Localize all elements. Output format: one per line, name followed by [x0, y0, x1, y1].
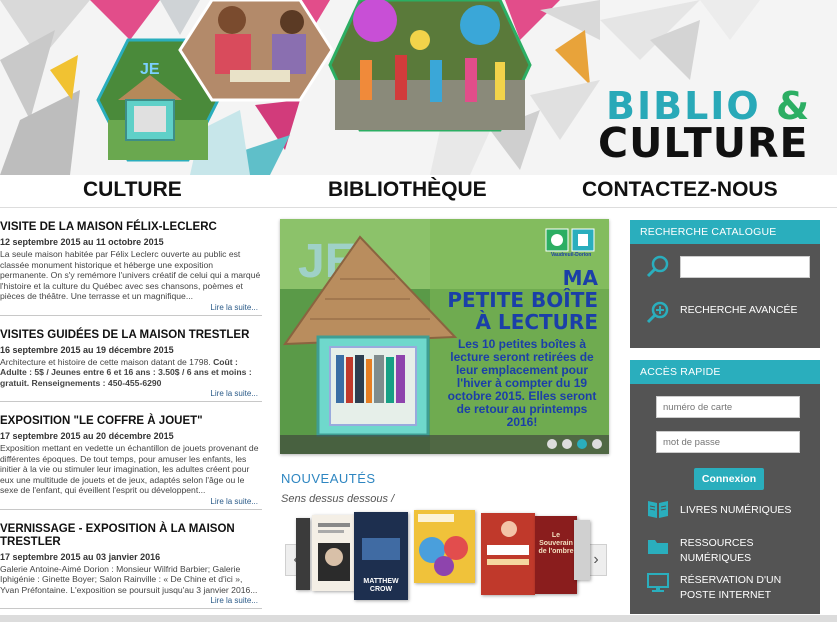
read-more-container: Lire la suite... [0, 388, 262, 401]
folder-icon [648, 540, 668, 554]
panel-heading: RECHERCHE CATALOGUE [630, 220, 820, 244]
news-item: VISITES GUIDÉES DE LA MAISON TRESTLER 16… [0, 322, 262, 402]
slider-dot[interactable] [547, 439, 557, 449]
slider-pagination [280, 435, 609, 454]
slider-dot[interactable] [592, 439, 602, 449]
book-cover[interactable] [312, 515, 356, 591]
news-date: 17 septembre 2015 au 03 janvier 2016 [0, 551, 161, 562]
book-cover-art [481, 513, 535, 595]
link-reservation-poste[interactable]: RÉSERVATION D'UN POSTE INTERNET [680, 573, 795, 603]
news-item: VISITE DE LA MAISON FÉLIX-LECLERC 12 sep… [0, 214, 262, 316]
book-cover[interactable]: MATTHEW CROW [354, 512, 408, 600]
book-title: Le Souverain de l'ombre [538, 532, 574, 555]
news-date: 12 septembre 2015 au 11 octobre 2015 [0, 237, 164, 247]
search-icon[interactable] [646, 254, 670, 278]
advanced-search-link[interactable]: RECHERCHE AVANCÉE [680, 304, 797, 316]
book-icon [648, 501, 668, 518]
book-author: MATTHEW CROW [363, 578, 399, 593]
feature-info: Les 10 petites boîtes à lecture seront r… [447, 337, 597, 429]
news-text-intro: Architecture et histoire de cette maison… [0, 356, 214, 367]
link-ressources-numeriques[interactable]: RESSOURCES NUMÉRIQUES [680, 536, 790, 566]
nouveautes-subtitle[interactable]: Sens dessus dessous / [281, 493, 394, 505]
read-more-link[interactable]: Lire la suite... [210, 497, 258, 506]
book-cover[interactable] [481, 513, 535, 595]
book-cover[interactable]: Le Souverain de l'ombre [535, 516, 577, 594]
news-title[interactable]: VISITE DE LA MAISON FÉLIX-LECLERC [0, 214, 262, 237]
news-text: Exposition mettant en vedette un échanti… [0, 443, 259, 495]
slider-dot-active[interactable] [577, 439, 587, 449]
monitor-icon [647, 573, 669, 592]
catalogue-search-panel: RECHERCHE CATALOGUE RECHERCHE AVANCÉE [630, 220, 820, 348]
main-navigation: CULTURE BIBLIOTHÈQUE CONTACTEZ-NOUS [0, 175, 837, 208]
footer-divider [0, 615, 837, 622]
book-cover-art [414, 510, 475, 583]
news-date: 17 septembre 2015 au 20 décembre 2015 [0, 431, 174, 441]
catalogue-search-input[interactable] [680, 256, 810, 278]
news-title[interactable]: EXPOSITION "LE COFFRE À JOUET" [0, 408, 262, 431]
read-more-container: Lire la suite... [0, 302, 262, 315]
header-banner: JE BIBLIO & CULTURE [0, 0, 837, 175]
panel-heading: ACCÈS RAPIDE [630, 360, 820, 384]
news-list: VISITE DE LA MAISON FÉLIX-LECLERC 12 sep… [0, 214, 262, 615]
login-button[interactable]: Connexion [694, 468, 764, 490]
news-text: Galerie Antoine-Aimé Dorion : Monsieur W… [0, 563, 258, 595]
news-text: Architecture et histoire de cette maison… [0, 357, 262, 389]
book-cover-art [318, 523, 350, 581]
nav-bibliotheque[interactable]: BIBLIOTHÈQUE [328, 178, 487, 202]
feature-tagline-line: MA [562, 266, 598, 290]
read-more-link[interactable]: Lire la suite... [210, 389, 258, 398]
link-livres-numeriques[interactable]: LIVRES NUMÉRIQUES [680, 503, 791, 518]
slider-dot[interactable] [562, 439, 572, 449]
search-plus-icon[interactable] [646, 300, 670, 324]
news-title[interactable]: VERNISSAGE - EXPOSITION À LA MAISON TRES… [0, 516, 262, 552]
feature-tagline-line: À LECTURE [475, 310, 598, 334]
book-cover[interactable] [414, 510, 475, 583]
nouveautes-title: NOUVEAUTÉS [281, 471, 376, 486]
news-item: EXPOSITION "LE COFFRE À JOUET" 17 septem… [0, 408, 262, 510]
news-date: 16 septembre 2015 au 19 décembre 2015 [0, 344, 174, 355]
city-logo-label: Vaudreuil-Dorion [551, 252, 592, 258]
read-more-container: Lire la suite... [0, 496, 262, 509]
feature-tagline-line: PETITE BOÎTE [447, 288, 598, 312]
card-number-input[interactable] [656, 396, 800, 418]
book-cover[interactable] [296, 518, 310, 590]
news-text: La seule maison habitée par Félix Lecler… [0, 249, 261, 301]
read-more-link[interactable]: Lire la suite... [210, 596, 258, 605]
feature-tagline: MA PETITE BOÎTE À LECTURE [447, 267, 598, 333]
news-title[interactable]: VISITES GUIDÉES DE LA MAISON TRESTLER [0, 322, 262, 345]
read-more-link[interactable]: Lire la suite... [210, 303, 258, 312]
logo-culture[interactable]: CULTURE [598, 122, 809, 164]
svg-text:JE: JE [140, 61, 160, 78]
nav-culture[interactable]: CULTURE [83, 178, 182, 202]
password-input[interactable] [656, 431, 800, 453]
read-more-container: Lire la suite... [0, 595, 262, 608]
book-cover[interactable] [574, 520, 590, 580]
nav-contact[interactable]: CONTACTEZ-NOUS [582, 178, 778, 202]
news-item: VERNISSAGE - EXPOSITION À LA MAISON TRES… [0, 516, 262, 609]
quick-access-panel: ACCÈS RAPIDE Connexion LIVRES NUMÉRIQUES… [630, 360, 820, 614]
